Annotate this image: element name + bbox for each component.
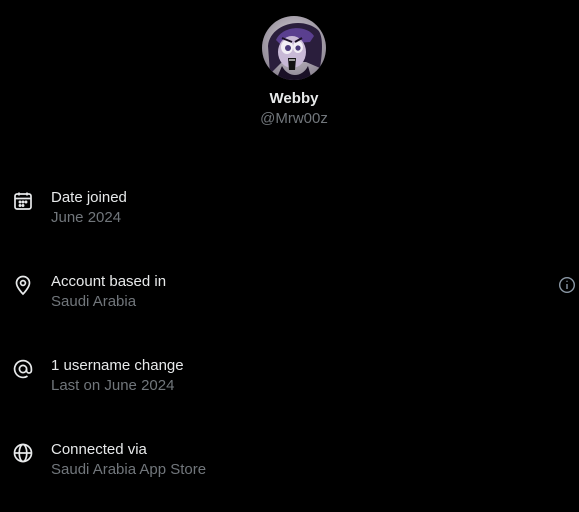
username-change-row: 1 username change Last on June 2024 [0, 357, 579, 428]
account-based-in-value: Saudi Arabia [51, 293, 137, 310]
date-joined-row: Date joined June 2024 [0, 189, 579, 260]
username-change-label: 1 username change [51, 357, 184, 374]
account-based-in-label: Account based in [51, 273, 167, 290]
location-pin-icon [12, 274, 34, 296]
account-based-in-row: Account based in Saudi Arabia [0, 273, 579, 344]
display-name: Webby [269, 90, 319, 107]
connected-via-row: Connected via Saudi Arabia App Store [0, 441, 579, 512]
avatar[interactable] [262, 16, 326, 80]
profile-header: Webby @Mrw00z [0, 16, 579, 128]
username-handle: @Mrw00z [260, 110, 328, 127]
connected-via-label: Connected via [51, 441, 147, 458]
date-joined-label: Date joined [51, 189, 127, 206]
calendar-icon [12, 190, 34, 212]
at-sign-icon [12, 358, 34, 380]
globe-icon [12, 442, 34, 464]
connected-via-value: Saudi Arabia App Store [51, 461, 207, 478]
info-icon[interactable] [558, 276, 576, 294]
date-joined-value: June 2024 [51, 209, 122, 226]
username-change-value: Last on June 2024 [51, 377, 175, 394]
